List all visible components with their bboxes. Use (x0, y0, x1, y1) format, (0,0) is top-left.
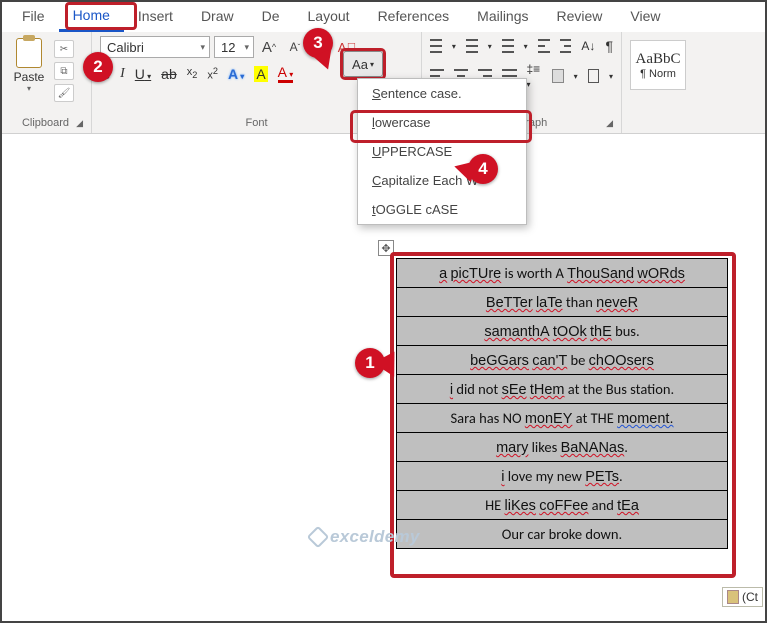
table-row: HE liKes coFFee and tEa (397, 491, 728, 520)
italic-button[interactable]: I (120, 66, 125, 82)
document-table-area: ✥ a picTUre is worth A ThouSand wORds Be… (396, 258, 728, 549)
bullets-button[interactable] (430, 39, 442, 53)
callout-badge-4: 4 (468, 154, 498, 184)
group-styles: AaBbC ¶ Norm (622, 32, 767, 133)
table-row: Sara has NO monEY at THE moment. (397, 404, 728, 433)
dialog-launcher-icon[interactable]: ◢ (76, 118, 83, 129)
table-row: Our car broke down. (397, 520, 728, 549)
menu-sentence-case[interactable]: SSentence case.entence case. (358, 79, 526, 108)
sort-button[interactable]: A↓ (581, 39, 595, 53)
group-clipboard: Paste ▾ ✂ ⧉ 🖌 Clipboard ◢ (0, 32, 92, 133)
tab-view[interactable]: View (616, 2, 674, 30)
menu-capitalize-each-word[interactable]: Capitalize Each W (358, 166, 526, 195)
font-color-button[interactable]: A ▾ (278, 64, 294, 83)
tab-draw[interactable]: Draw (187, 2, 248, 30)
table-row: mary likes BaNANas. (397, 433, 728, 462)
line-spacing-button[interactable]: ‡≡ ▾ (527, 62, 543, 90)
menu-uppercase[interactable]: UPPERCASE (358, 137, 526, 166)
decrease-indent-button[interactable] (538, 39, 550, 53)
text-effects-button[interactable]: A ▾ (228, 66, 244, 82)
callout-badge-1: 1 (355, 348, 385, 378)
show-marks-button[interactable]: ¶ (605, 38, 613, 54)
change-case-menu: SSentence case.entence case. lowercase U… (357, 78, 527, 225)
watermark: exceldemy (310, 527, 420, 547)
paste-label: Paste (14, 70, 45, 84)
underline-button[interactable]: U ▾ (135, 66, 151, 82)
superscript-button[interactable]: x2 (207, 66, 218, 82)
group-label-clipboard: Clipboard ◢ (8, 117, 83, 131)
increase-indent-button[interactable] (560, 39, 572, 53)
menu-lowercase[interactable]: lowercase (358, 108, 526, 137)
sample-text-table[interactable]: a picTUre is worth A ThouSand wORds BeTT… (396, 258, 728, 549)
ribbon-tabs: File Home Insert Draw De Layout Referenc… (0, 0, 767, 32)
font-name-combo[interactable]: Calibri▾ (100, 36, 210, 58)
shading-button[interactable] (552, 69, 563, 83)
grow-font-button[interactable]: A^ (258, 36, 280, 58)
clipboard-icon (16, 38, 42, 68)
subscript-button[interactable]: x2 (187, 66, 198, 80)
paste-button[interactable]: Paste ▾ (8, 36, 50, 93)
tab-review[interactable]: Review (543, 2, 617, 30)
table-move-handle-icon[interactable]: ✥ (378, 240, 394, 256)
table-row: i did not sEe tHem at the Bus station. (397, 375, 728, 404)
callout-badge-2: 2 (83, 52, 113, 82)
tab-insert[interactable]: Insert (124, 2, 187, 30)
table-row: beGGars can'T be chOOsers (397, 346, 728, 375)
tab-design[interactable]: De (248, 2, 294, 30)
table-row: i love my new PETs. (397, 462, 728, 491)
copy-button[interactable]: ⧉ (54, 62, 74, 80)
dialog-launcher-icon[interactable]: ◢ (606, 118, 613, 129)
table-row: BeTTer laTe than neveR (397, 288, 728, 317)
cut-button[interactable]: ✂ (54, 40, 74, 58)
style-normal[interactable]: AaBbC ¶ Norm (630, 40, 686, 90)
strikethrough-button[interactable]: ab (161, 66, 177, 82)
tab-references[interactable]: References (364, 2, 464, 30)
table-row: a picTUre is worth A ThouSand wORds (397, 259, 728, 288)
font-size-combo[interactable]: 12▾ (214, 36, 254, 58)
clipboard-small-icon (727, 590, 739, 604)
tab-home[interactable]: Home (59, 1, 124, 32)
watermark-logo-icon (307, 526, 330, 549)
change-case-button[interactable]: Aa▾ (343, 51, 383, 77)
tab-layout[interactable]: Layout (294, 2, 364, 30)
borders-button[interactable] (588, 69, 599, 83)
multilevel-button[interactable] (502, 39, 514, 53)
format-painter-button[interactable]: 🖌 (54, 84, 74, 102)
table-row: samanthA tOOk thE bus. (397, 317, 728, 346)
menu-toggle-case[interactable]: tOGGLE cASE (358, 195, 526, 224)
highlight-button[interactable]: A (254, 66, 267, 82)
numbering-button[interactable] (466, 39, 478, 53)
paste-options-popup[interactable]: (Ct (722, 587, 763, 607)
callout-badge-3: 3 (303, 28, 333, 58)
tab-file[interactable]: File (8, 2, 59, 30)
tab-mailings[interactable]: Mailings (463, 2, 542, 30)
